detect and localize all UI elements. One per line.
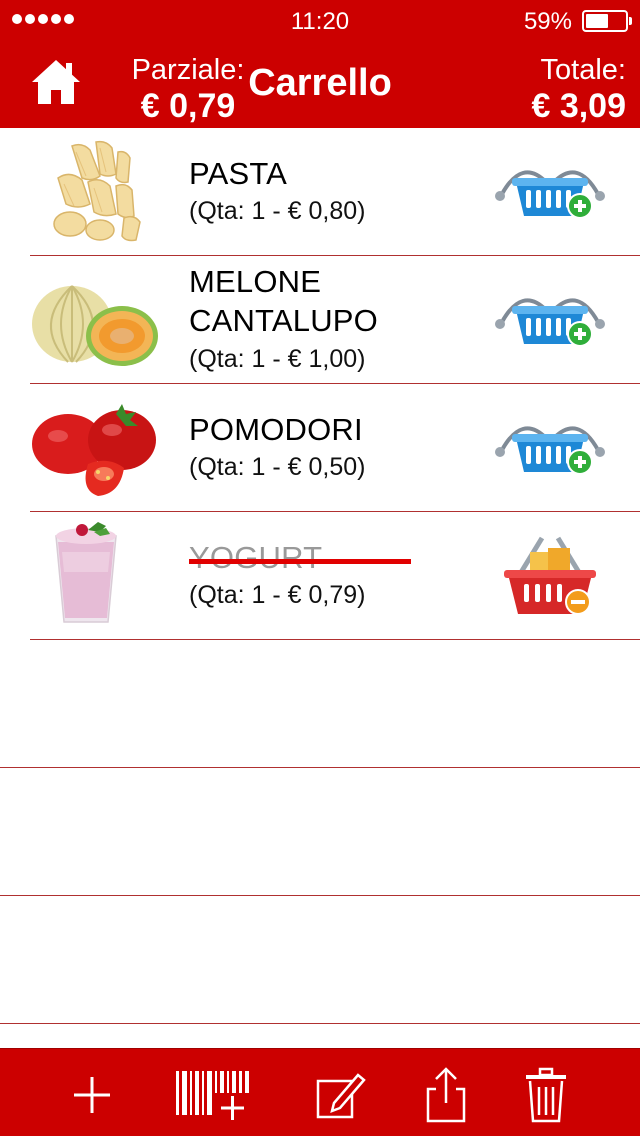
basket-remove-icon	[504, 536, 596, 615]
share-icon	[426, 1067, 466, 1123]
item-info: MELONE CANTALUPO (Qta: 1 - € 1,00)	[189, 256, 479, 384]
item-info: PASTA (Qta: 1 - € 0,80)	[189, 128, 479, 256]
item-name: MELONE CANTALUPO	[189, 264, 378, 338]
item-info: POMODORI (Qta: 1 - € 0,50)	[189, 384, 479, 512]
item-quantity-price: (Qta: 1 - € 0,80)	[189, 197, 366, 226]
item-name: YOGURT	[189, 539, 412, 578]
item-quantity-price: (Qta: 1 - € 0,79)	[189, 581, 366, 610]
cart-total: Totale: € 3,09	[506, 54, 626, 126]
add-to-cart-button[interactable]	[490, 402, 610, 494]
item-name: PASTA	[189, 155, 288, 191]
shopping-list: PASTA (Qta: 1 - € 0,80) MELONE CANTALUPO…	[0, 128, 640, 1024]
item-quantity-price: (Qta: 1 - € 1,00)	[189, 344, 366, 373]
empty-row	[0, 768, 640, 896]
tomatoes-image	[28, 394, 160, 502]
navigation-bar: 11:20 59% Parziale: € 0,79 Carrello Tota…	[0, 0, 640, 128]
battery-percent: 59%	[523, 8, 572, 35]
partial-label: Parziale:	[131, 54, 245, 86]
scan-barcode-button[interactable]	[174, 1067, 254, 1123]
bottom-toolbar	[0, 1048, 640, 1136]
item-info: YOGURT (Qta: 1 - € 0,79)	[189, 512, 479, 640]
yogurt-image	[28, 522, 160, 630]
home-icon	[32, 60, 80, 104]
battery-icon	[582, 10, 632, 32]
total-value: € 3,09	[531, 87, 626, 126]
add-to-cart-button[interactable]	[490, 274, 610, 366]
add-to-cart-button[interactable]	[490, 146, 610, 238]
basket-add-icon	[495, 170, 605, 219]
trash-icon	[526, 1067, 566, 1123]
item-quantity-price: (Qta: 1 - € 0,50)	[189, 453, 366, 482]
basket-add-icon	[495, 298, 605, 347]
cantaloupe-melon-image	[28, 266, 160, 374]
list-item[interactable]: PASTA (Qta: 1 - € 0,80)	[0, 128, 640, 256]
plus-icon	[74, 1077, 110, 1113]
list-item[interactable]: YOGURT (Qta: 1 - € 0,79)	[0, 512, 640, 640]
item-name: POMODORI	[189, 411, 363, 447]
partial-value: € 0,79	[140, 87, 236, 126]
basket-add-icon	[495, 426, 605, 475]
pasta-image	[28, 138, 160, 246]
list-item[interactable]: POMODORI (Qta: 1 - € 0,50)	[0, 384, 640, 512]
add-item-button[interactable]	[64, 1067, 120, 1123]
remove-from-cart-button[interactable]	[490, 530, 610, 622]
delete-button[interactable]	[518, 1067, 574, 1123]
empty-row	[0, 640, 640, 768]
status-bar: 11:20 59%	[0, 0, 640, 40]
list-item[interactable]: MELONE CANTALUPO (Qta: 1 - € 1,00)	[0, 256, 640, 384]
empty-row	[0, 896, 640, 1024]
battery-level	[586, 14, 609, 28]
edit-button[interactable]	[312, 1067, 368, 1123]
row-separator	[0, 1023, 640, 1024]
home-button[interactable]	[30, 58, 82, 106]
share-button[interactable]	[418, 1067, 474, 1123]
barcode-add-icon	[176, 1071, 249, 1120]
edit-icon	[316, 1073, 366, 1119]
partial-total: Parziale: € 0,79	[110, 54, 266, 126]
total-label: Totale:	[540, 54, 626, 86]
